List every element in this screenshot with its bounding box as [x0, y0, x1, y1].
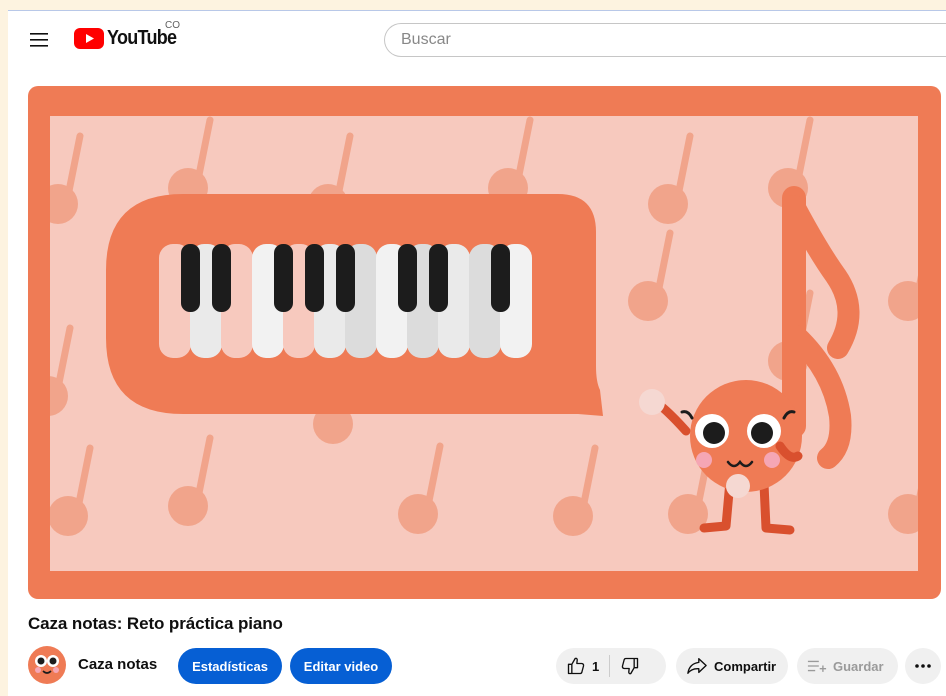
menu-button[interactable] — [24, 25, 54, 55]
menu-icon — [30, 33, 48, 47]
share-button[interactable]: Compartir — [676, 648, 788, 684]
channel-name[interactable]: Caza notas — [78, 656, 157, 673]
like-dislike-group: 1 — [556, 648, 666, 684]
dislike-button[interactable] — [610, 648, 650, 684]
search-input[interactable] — [384, 23, 946, 57]
like-icon — [567, 657, 585, 675]
stats-button[interactable]: Estadísticas — [178, 648, 282, 684]
browser-top-strip — [0, 0, 946, 11]
dislike-icon — [622, 657, 639, 675]
thumbnail-illustration — [28, 86, 941, 599]
like-button[interactable]: 1 — [556, 648, 609, 684]
more-icon — [915, 664, 931, 668]
piano-keys — [159, 244, 532, 358]
browser-left-strip — [0, 10, 8, 696]
youtube-logo-icon — [74, 27, 104, 49]
video-thumbnail[interactable] — [28, 86, 941, 599]
save-icon — [807, 660, 827, 672]
masthead: YouTube CO — [8, 11, 946, 67]
save-label: Guardar — [833, 658, 884, 674]
channel-avatar[interactable] — [28, 646, 66, 684]
video-title: Caza notas: Reto práctica piano — [28, 614, 283, 633]
avatar-icon — [28, 646, 66, 684]
like-count: 1 — [592, 658, 600, 674]
country-code: CO — [165, 20, 180, 31]
share-icon — [687, 658, 707, 674]
share-label: Compartir — [714, 658, 777, 674]
edit-video-button[interactable]: Editar video — [290, 648, 392, 684]
more-actions-button[interactable] — [905, 648, 941, 684]
save-button[interactable]: Guardar — [797, 648, 898, 684]
